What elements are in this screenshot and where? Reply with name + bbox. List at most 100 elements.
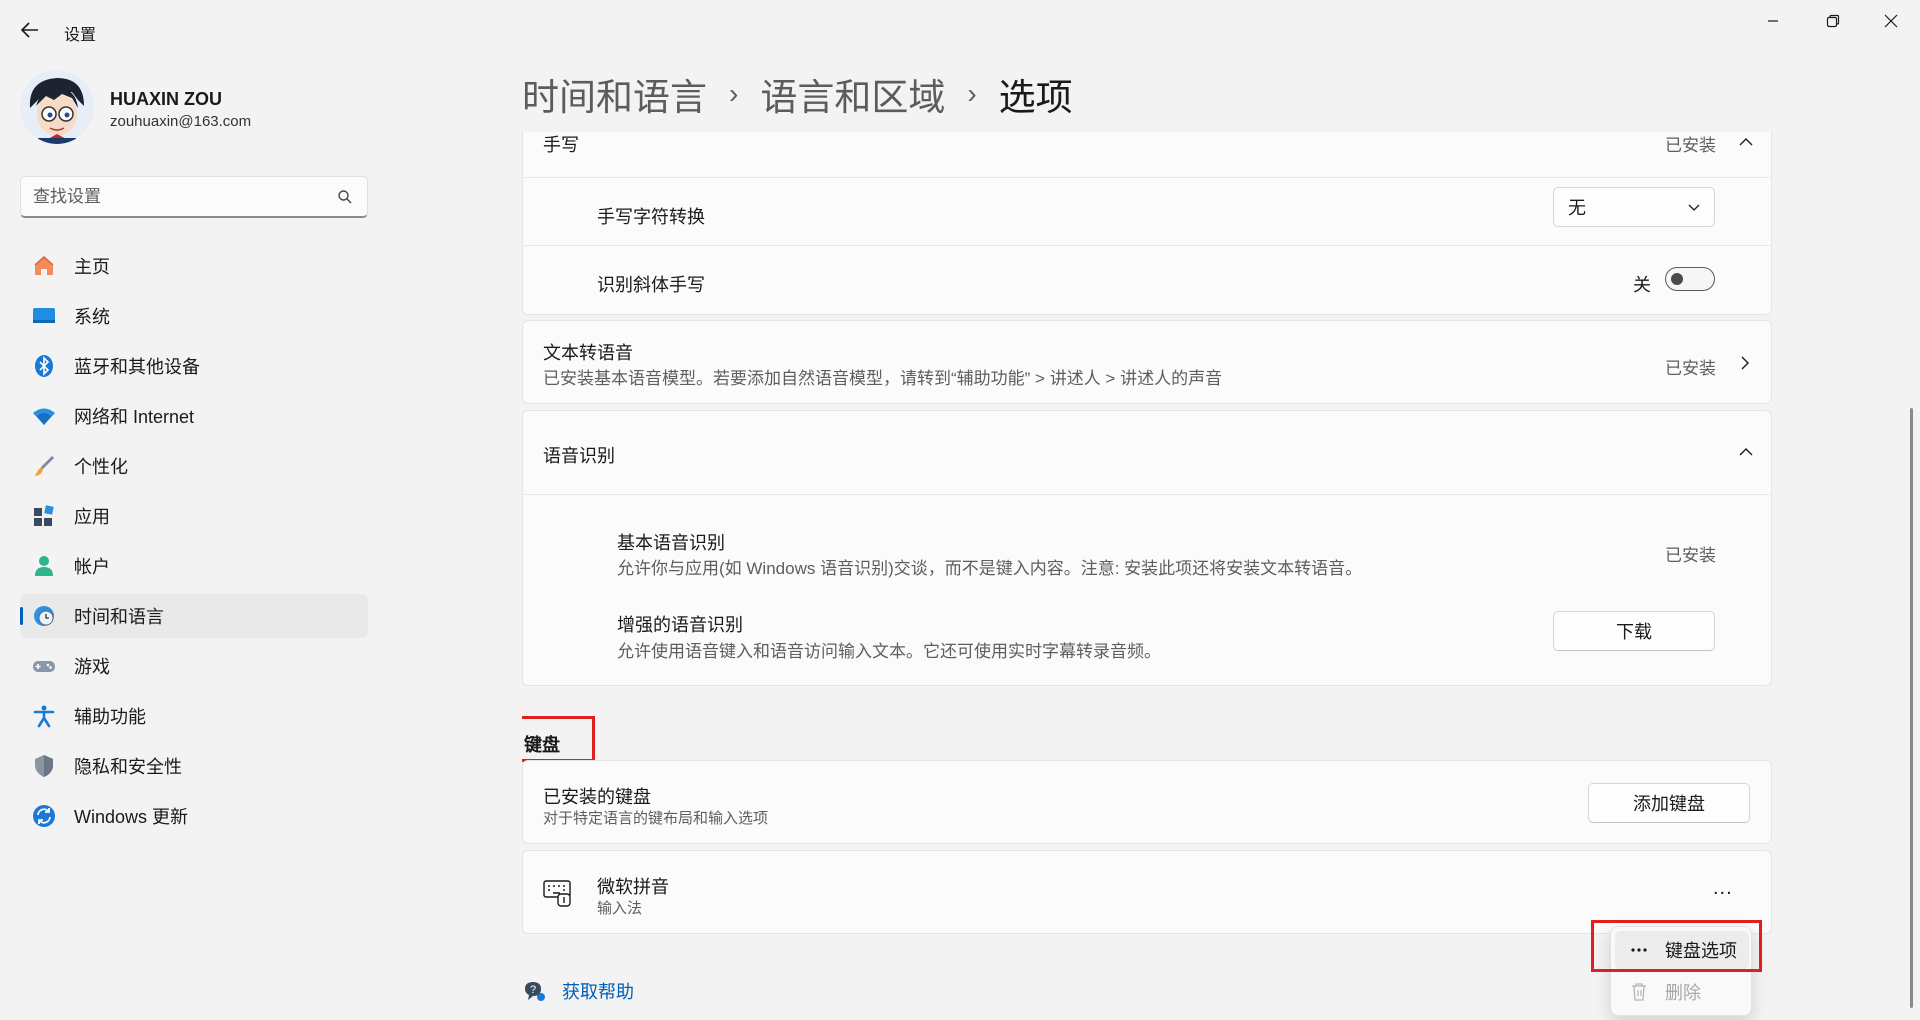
time-language-icon xyxy=(32,604,56,628)
toggle-state-label: 关 xyxy=(1633,275,1651,295)
close-button[interactable] xyxy=(1862,0,1920,42)
close-icon xyxy=(1884,14,1898,28)
highlight-box xyxy=(522,716,595,762)
speech-recognition-card: 语音识别 基本语音识别 允许你与应用(如 Windows 语音识别)交谈，而不是… xyxy=(522,410,1772,686)
sidebar-item-label: 应用 xyxy=(74,507,110,527)
bluetooth-icon xyxy=(32,354,56,378)
back-button[interactable] xyxy=(14,14,46,46)
svg-text:?: ? xyxy=(530,984,536,996)
enhanced-speech-title: 增强的语音识别 xyxy=(617,615,743,635)
sidebar-item-time-language[interactable]: 时间和语言 xyxy=(20,594,368,638)
sidebar-item-accounts[interactable]: 帐户 xyxy=(20,544,368,588)
breadcrumb-language-region[interactable]: 语言和区域 xyxy=(760,67,945,121)
download-button[interactable]: 下载 xyxy=(1553,611,1715,651)
sidebar-item-apps[interactable]: 应用 xyxy=(20,494,368,538)
more-options-button[interactable]: ... xyxy=(1713,877,1733,900)
sidebar-item-label: 游戏 xyxy=(74,657,110,677)
breadcrumb-separator: › xyxy=(967,78,977,109)
sidebar-item-system[interactable]: 系统 xyxy=(20,294,368,338)
speech-title: 语音识别 xyxy=(543,446,615,466)
sidebar-item-label: 系统 xyxy=(74,307,110,327)
sidebar-item-label: 主页 xyxy=(74,257,110,277)
account-icon xyxy=(32,554,56,578)
minimize-button[interactable] xyxy=(1744,0,1802,42)
back-arrow-icon xyxy=(21,22,38,38)
get-help-label: 获取帮助 xyxy=(562,982,634,1002)
restore-button[interactable] xyxy=(1804,0,1862,42)
menu-item-label: 删除 xyxy=(1665,983,1701,1003)
italic-handwriting-toggle[interactable] xyxy=(1665,267,1715,291)
sidebar-item-gaming[interactable]: 游戏 xyxy=(20,644,368,688)
sidebar-item-label: 隐私和安全性 xyxy=(74,757,182,777)
handwriting-conversion-select[interactable]: 无 xyxy=(1553,187,1715,227)
installed-keyboards-title: 已安装的键盘 xyxy=(543,787,651,807)
tts-title: 文本转语音 xyxy=(543,343,633,363)
sidebar-item-label: Windows 更新 xyxy=(74,807,189,827)
breadcrumb-separator: › xyxy=(729,78,739,109)
delete-menu-item: 删除 xyxy=(1615,973,1749,1011)
select-value: 无 xyxy=(1568,198,1586,218)
tts-description: 已安装基本语音模型。若要添加自然语音模型，请转到“辅助功能” > 讲述人 > 讲… xyxy=(543,369,1223,388)
divider xyxy=(523,245,1772,246)
installed-keyboards-card: 已安装的键盘 对于特定语言的键布局和输入选项 添加键盘 xyxy=(522,760,1772,844)
tts-card[interactable]: 文本转语音 已安装基本语音模型。若要添加自然语音模型，请转到“辅助功能” > 讲… xyxy=(522,320,1772,404)
search-input[interactable] xyxy=(33,177,333,217)
basic-speech-status: 已安装 xyxy=(1665,546,1716,565)
sidebar-item-home[interactable]: 主页 xyxy=(20,244,368,288)
home-icon xyxy=(32,254,56,278)
minimize-icon xyxy=(1768,20,1778,22)
sidebar-nav: 主页 系统 蓝牙和其他设备 网络和 Internet 个性化 应用 帐户 时间和… xyxy=(20,244,368,844)
title-bar: 设置 xyxy=(0,0,1920,58)
divider xyxy=(523,494,1772,495)
toggle-knob xyxy=(1671,273,1683,285)
accessibility-icon xyxy=(32,704,56,728)
sidebar-item-network[interactable]: 网络和 Internet xyxy=(20,394,368,438)
ime-type: 输入法 xyxy=(597,900,643,917)
chevron-up-icon[interactable] xyxy=(1739,447,1753,457)
handwriting-card: 手写 已安装 手写字符转换 无 识别斜体手写 关 xyxy=(522,132,1772,315)
italic-handwriting-label: 识别斜体手写 xyxy=(597,275,705,295)
sidebar-item-accessibility[interactable]: 辅助功能 xyxy=(20,694,368,738)
app-title: 设置 xyxy=(64,27,97,44)
installed-keyboards-description: 对于特定语言的键布局和输入选项 xyxy=(543,810,769,827)
scrollbar[interactable] xyxy=(1910,408,1913,1008)
user-email: zouhuaxin@163.com xyxy=(110,113,252,130)
sidebar-item-label: 帐户 xyxy=(74,557,110,577)
page-title: 选项 xyxy=(998,77,1073,118)
gamepad-icon xyxy=(32,654,56,678)
trash-icon xyxy=(1629,982,1649,1002)
ime-name: 微软拼音 xyxy=(597,877,669,897)
basic-speech-title: 基本语音识别 xyxy=(617,533,725,553)
search-icon[interactable] xyxy=(337,189,353,205)
sidebar-item-bluetooth[interactable]: 蓝牙和其他设备 xyxy=(20,344,368,388)
add-keyboard-button[interactable]: 添加键盘 xyxy=(1588,783,1750,823)
shield-icon xyxy=(32,754,56,778)
sidebar-item-windows-update[interactable]: Windows 更新 xyxy=(20,794,368,838)
sidebar-item-label: 时间和语言 xyxy=(74,607,164,627)
basic-speech-description: 允许你与应用(如 Windows 语音识别)交谈，而不是键入内容。注意: 安装此… xyxy=(617,559,1363,578)
breadcrumb: 时间和语言 › 语言和区域 › 选项 xyxy=(522,68,1073,120)
highlight-box xyxy=(1591,920,1762,972)
update-icon xyxy=(32,804,56,828)
sidebar-item-label: 个性化 xyxy=(74,457,128,477)
keyboard-icon xyxy=(543,880,571,907)
apps-icon xyxy=(32,504,56,528)
sidebar-item-label: 辅助功能 xyxy=(74,707,146,727)
handwriting-status: 已安装 xyxy=(1665,136,1716,155)
tts-status: 已安装 xyxy=(1665,359,1716,378)
restore-icon xyxy=(1826,14,1840,28)
breadcrumb-time-language[interactable]: 时间和语言 xyxy=(522,67,707,121)
brush-icon xyxy=(32,454,56,478)
help-icon: ? xyxy=(525,982,545,1001)
sidebar-item-personalization[interactable]: 个性化 xyxy=(20,444,368,488)
system-icon xyxy=(32,304,56,328)
wifi-icon xyxy=(32,404,56,428)
search-box[interactable] xyxy=(20,176,368,218)
user-name: HUAXIN ZOU xyxy=(110,89,222,109)
user-profile[interactable]: HUAXIN ZOU zouhuaxin@163.com xyxy=(20,70,380,146)
chevron-up-icon[interactable] xyxy=(1739,137,1753,147)
sidebar-item-privacy[interactable]: 隐私和安全性 xyxy=(20,744,368,788)
avatar xyxy=(20,70,94,144)
chevron-right-icon xyxy=(1741,356,1749,370)
ime-card: 微软拼音 输入法 ... xyxy=(522,850,1772,934)
